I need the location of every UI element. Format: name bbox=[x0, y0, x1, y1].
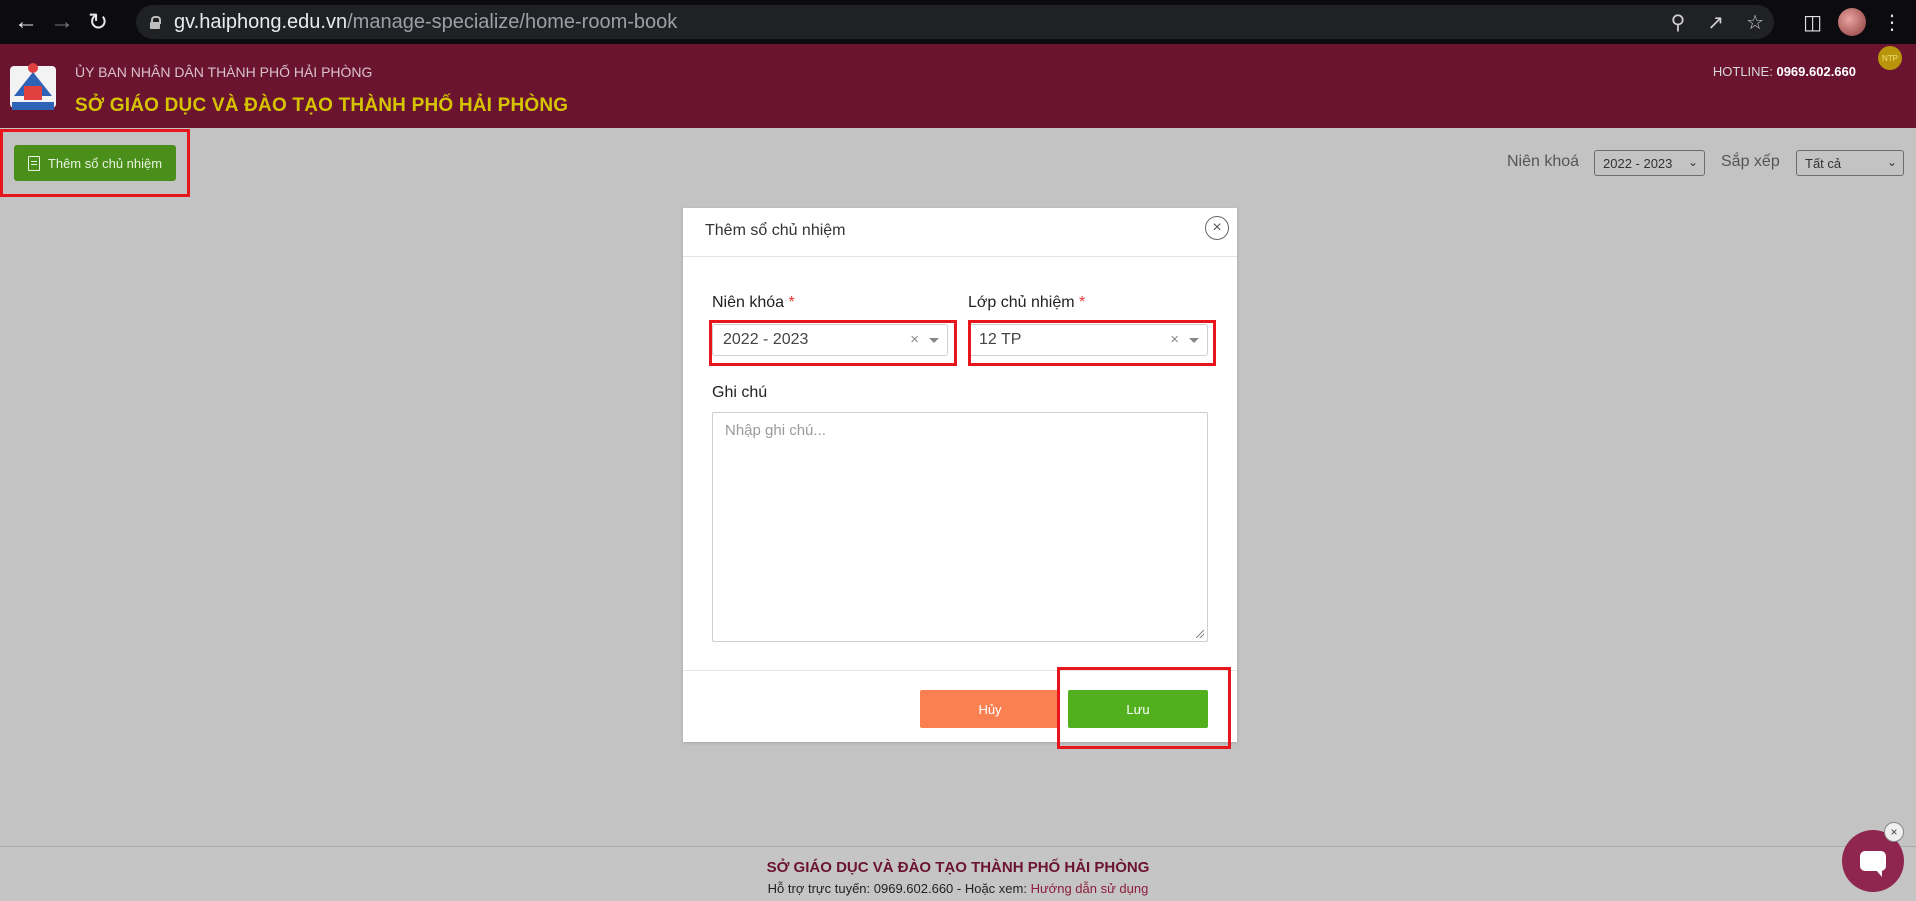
user-guide-link[interactable]: Hướng dẫn sử dụng bbox=[1031, 881, 1149, 896]
modal-header: Thêm sổ chủ nhiệm × bbox=[683, 208, 1237, 257]
lock-icon bbox=[150, 16, 161, 29]
note-field-label: Ghi chú bbox=[712, 384, 768, 401]
save-button[interactable]: Lưu bbox=[1068, 690, 1208, 728]
modal-footer: Hủy Lưu bbox=[683, 670, 1237, 743]
resize-grip-icon[interactable] bbox=[1196, 630, 1204, 638]
user-avatar[interactable]: NTP bbox=[1878, 46, 1902, 70]
clear-icon[interactable]: × bbox=[1170, 331, 1179, 348]
caret-down-icon bbox=[929, 338, 939, 343]
chat-bubble-icon bbox=[1860, 851, 1886, 877]
profile-avatar[interactable] bbox=[1838, 8, 1866, 36]
document-add-icon bbox=[27, 155, 40, 171]
site-header: ỦY BAN NHÂN DÂN THÀNH PHỐ HẢI PHÒNG SỞ G… bbox=[0, 44, 1916, 128]
year-filter-label: Niên khoá bbox=[1507, 153, 1580, 170]
bookmark-star-icon[interactable]: ☆ bbox=[1746, 10, 1764, 35]
add-button-label: Thêm sổ chủ nhiệm bbox=[47, 155, 163, 171]
hotline: HOTLINE: 0969.602.660 bbox=[1712, 64, 1856, 79]
menu-dots-icon[interactable]: ⋮ bbox=[1882, 10, 1902, 35]
year-field-label: Niên khóa * bbox=[712, 294, 795, 311]
class-field-label: Lớp chủ nhiệm * bbox=[968, 294, 1086, 311]
class-select[interactable]: 12 TP × bbox=[968, 324, 1208, 356]
chevron-down-icon: ⌄ bbox=[1687, 155, 1698, 169]
org-top-text: ỦY BAN NHÂN DÂN THÀNH PHỐ HẢI PHÒNG bbox=[75, 64, 373, 80]
zoom-icon[interactable]: ⚲ bbox=[1671, 10, 1686, 35]
sidebar-icon[interactable]: ◫ bbox=[1803, 10, 1822, 35]
school-logo bbox=[10, 63, 56, 110]
org-main-title: SỞ GIÁO DỤC VÀ ĐÀO TẠO THÀNH PHỐ HẢI PHÒ… bbox=[75, 95, 569, 116]
year-select[interactable]: 2022 - 2023 × bbox=[712, 324, 948, 356]
add-book-modal: Thêm sổ chủ nhiệm × Niên khóa * 2022 - 2… bbox=[683, 208, 1237, 742]
caret-down-icon bbox=[1189, 338, 1199, 343]
share-icon[interactable]: ↗ bbox=[1707, 10, 1724, 35]
year-filter-select[interactable]: 2022 - 2023 ⌄ bbox=[1594, 150, 1705, 176]
browser-toolbar: ← → ↻ gv.haiphong.edu.vn/manage-speciali… bbox=[0, 0, 1916, 44]
modal-title: Thêm sổ chủ nhiệm bbox=[705, 222, 846, 239]
note-textarea[interactable]: Nhập ghi chú... bbox=[712, 412, 1208, 642]
footer-support: Hỗ trợ trực tuyến: 0969.602.660 - Hoặc x… bbox=[767, 881, 1149, 896]
back-arrow-icon[interactable]: ← bbox=[8, 4, 44, 40]
add-homeroom-book-button[interactable]: Thêm sổ chủ nhiệm bbox=[14, 145, 176, 181]
close-icon[interactable]: × bbox=[1884, 822, 1904, 842]
chevron-down-icon: ⌄ bbox=[1886, 155, 1897, 169]
reload-icon[interactable]: ↻ bbox=[80, 4, 116, 40]
url-text[interactable]: gv.haiphong.edu.vn/manage-specialize/hom… bbox=[174, 11, 677, 34]
sort-select[interactable]: Tất cả ⌄ bbox=[1796, 150, 1904, 176]
forward-arrow-icon[interactable]: → bbox=[44, 4, 80, 40]
sort-label: Sắp xếp bbox=[1721, 153, 1780, 170]
address-bar[interactable]: gv.haiphong.edu.vn/manage-specialize/hom… bbox=[136, 5, 1774, 39]
clear-icon[interactable]: × bbox=[910, 331, 919, 348]
close-icon[interactable]: × bbox=[1205, 216, 1229, 240]
footer-title: SỞ GIÁO DỤC VÀ ĐÀO TẠO THÀNH PHỐ HẢI PHÒ… bbox=[766, 859, 1150, 876]
cancel-button[interactable]: Hủy bbox=[920, 690, 1060, 728]
page-footer: SỞ GIÁO DỤC VÀ ĐÀO TẠO THÀNH PHỐ HẢI PHÒ… bbox=[0, 846, 1916, 901]
